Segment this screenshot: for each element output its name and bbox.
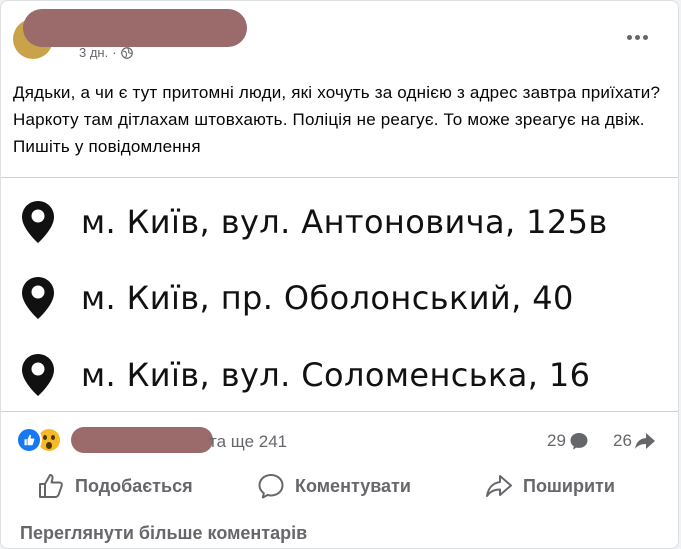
shares-count[interactable]: 26 bbox=[613, 431, 656, 451]
more-options-icon[interactable] bbox=[622, 27, 652, 47]
post-stats: та ще 241 29 26 bbox=[1, 421, 678, 457]
address-text: м. Київ, пр. Оболонський, 40 bbox=[81, 279, 574, 317]
reaction-icons[interactable] bbox=[16, 427, 62, 453]
globe-icon bbox=[120, 46, 133, 59]
author-name-redacted[interactable] bbox=[23, 9, 247, 47]
map-pin-icon bbox=[22, 277, 54, 319]
comment-count-icon bbox=[570, 433, 588, 450]
address-row: м. Київ, пр. Оболонський, 40 bbox=[21, 276, 574, 320]
thumbs-up-icon bbox=[39, 474, 63, 498]
comment-bubble-icon bbox=[258, 474, 284, 499]
action-bar: Подобається Коментувати Поширити bbox=[1, 467, 678, 505]
comment-button[interactable]: Коментувати bbox=[257, 467, 411, 505]
share-button-label: Поширити bbox=[523, 475, 615, 496]
address-row: м. Київ, вул. Антоновича, 125в bbox=[21, 200, 608, 244]
shares-count-value: 26 bbox=[613, 431, 632, 450]
comments-count[interactable]: 29 bbox=[547, 431, 589, 451]
post-header: 3 дн. · bbox=[1, 1, 678, 71]
meta-separator: · bbox=[112, 45, 117, 60]
comment-button-label: Коментувати bbox=[295, 475, 411, 496]
like-reaction-icon bbox=[16, 427, 42, 453]
view-more-comments-link[interactable]: Переглянути більше коментарів bbox=[20, 523, 307, 544]
post-card: 3 дн. · Дядьки, а чи є тут притомні люди… bbox=[0, 0, 679, 549]
reactor-names-redacted[interactable] bbox=[71, 427, 213, 453]
post-time[interactable]: 3 дн. bbox=[79, 45, 108, 60]
comments-count-value: 29 bbox=[547, 431, 566, 450]
address-row: м. Київ, вул. Соломенська, 16 bbox=[21, 353, 590, 397]
share-arrow-icon bbox=[486, 475, 512, 497]
like-button[interactable]: Подобається bbox=[37, 467, 193, 505]
map-pin-icon bbox=[22, 354, 54, 396]
post-image[interactable]: м. Київ, вул. Антоновича, 125в м. Київ, … bbox=[1, 177, 678, 412]
map-pin-icon bbox=[22, 201, 54, 243]
post-meta: 3 дн. · bbox=[79, 45, 133, 60]
post-text: Дядьки, а чи є тут притомні люди, які хо… bbox=[13, 83, 661, 156]
share-count-icon bbox=[634, 433, 655, 449]
share-button[interactable]: Поширити bbox=[485, 467, 615, 505]
address-text: м. Київ, вул. Антоновича, 125в bbox=[81, 203, 608, 241]
reactions-count[interactable]: та ще 241 bbox=[209, 432, 287, 452]
address-text: м. Київ, вул. Соломенська, 16 bbox=[81, 356, 591, 394]
like-button-label: Подобається bbox=[75, 475, 193, 496]
